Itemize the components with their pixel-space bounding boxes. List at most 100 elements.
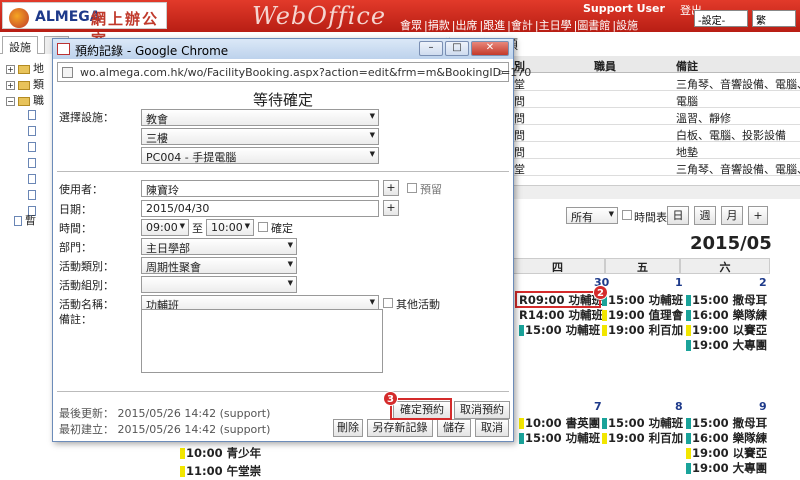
step-badge: 2 (593, 285, 608, 300)
expand-icon[interactable]: + (6, 64, 15, 74)
calendar-event[interactable]: 10:00 書英團 (519, 415, 600, 431)
tree-leaf[interactable] (28, 108, 39, 124)
date-picker-button[interactable]: + (383, 200, 399, 216)
table-row[interactable]: 問溫習、靜修 (510, 108, 800, 125)
add-event-button[interactable]: + (748, 206, 768, 225)
tree-node[interactable]: + 地 (6, 60, 44, 76)
event-marker-icon (686, 448, 691, 459)
calendar-event[interactable]: R14:00 功輔班 (519, 307, 603, 323)
event-marker-icon (686, 433, 691, 444)
nav-attendance[interactable]: 出席 (455, 19, 477, 32)
facility-select-3[interactable]: PC004 - 手提電腦 (141, 147, 379, 164)
time-to-label: 至 (192, 222, 203, 235)
horizontal-scrollbar[interactable] (510, 185, 800, 199)
highlight-box (390, 398, 452, 420)
table-row[interactable]: 問地墊 (510, 142, 800, 159)
activity-group-select[interactable] (141, 276, 297, 293)
event-marker-icon (602, 310, 607, 321)
maximize-icon[interactable]: □ (445, 41, 469, 56)
calendar-event[interactable]: 15:00 功輔班 (602, 415, 683, 431)
calendar-event[interactable]: 16:00 樂隊練 (686, 307, 767, 323)
table-row[interactable]: 堂三角琴、音響設備、電腦、投 (510, 74, 800, 91)
calendar-event[interactable]: 16:00 樂隊練 (686, 430, 767, 446)
calendar-event[interactable]: 15:00 功輔班 (602, 292, 683, 308)
tree-leaf[interactable] (28, 172, 39, 188)
time-from-select[interactable]: 09:00 (141, 219, 189, 236)
collapse-icon[interactable]: − (6, 96, 15, 106)
table-row[interactable]: 問白板、電腦、投影設備 (510, 125, 800, 142)
page-icon (62, 67, 73, 78)
calendar-event[interactable]: 19:00 大專團 (686, 460, 767, 476)
calendar-event[interactable]: 10:00 青少年 (180, 445, 261, 461)
calendar-event[interactable]: 15:00 撒母耳 (686, 415, 767, 431)
tab-facilities[interactable]: 設施 (2, 36, 38, 54)
tree-leaf[interactable] (28, 188, 39, 204)
calendar-filter-select[interactable]: 所有 (566, 207, 618, 224)
minimize-icon[interactable]: – (419, 41, 443, 56)
calendar-event[interactable]: 19:00 利百加 (602, 322, 683, 338)
expand-icon[interactable]: + (6, 80, 15, 90)
notes-textarea[interactable] (141, 309, 383, 373)
confirm-checkbox[interactable] (258, 222, 268, 232)
page-icon (57, 43, 70, 55)
created-text: 最初建立： 2015/05/26 14:42 (support) (59, 423, 271, 436)
facility-select-2[interactable]: 三樓 (141, 128, 379, 145)
user-field[interactable]: 陳寶玲 (141, 180, 379, 197)
folder-icon (18, 64, 30, 74)
facility-select-1[interactable]: 教會 (141, 109, 379, 126)
reserve-checkbox[interactable] (407, 183, 417, 193)
tree-node[interactable]: 暫 (14, 212, 36, 228)
tree-leaf[interactable] (28, 140, 39, 156)
event-marker-icon (686, 418, 691, 429)
other-activity-checkbox[interactable] (383, 298, 393, 308)
time-to-select[interactable]: 10:00 (206, 219, 254, 236)
cancel-button[interactable]: 取消 (475, 419, 509, 437)
calendar-event[interactable]: 19:00 利百加 (602, 430, 683, 446)
week-view-button[interactable]: 週 (694, 206, 716, 225)
calendar-event[interactable]: 15:00 功輔班 (519, 322, 600, 338)
tree-leaf[interactable] (28, 156, 39, 172)
month-view-button[interactable]: 月 (721, 206, 743, 225)
calendar-event[interactable]: 15:00 功輔班 (519, 430, 600, 446)
save-button[interactable]: 儲存 (437, 419, 471, 437)
table-row[interactable]: 堂三角琴、音響設備、電腦、投 (510, 159, 800, 176)
document-icon (28, 142, 36, 152)
dept-label: 部門： (59, 241, 92, 254)
dept-select[interactable]: 主日學部 (141, 238, 297, 255)
tree-leaf[interactable] (28, 124, 39, 140)
nav-sunday-school[interactable]: 主日學 (539, 19, 572, 32)
calendar-event[interactable]: 19:00 值理會 (602, 307, 683, 323)
event-marker-icon (686, 463, 691, 474)
calendar-event[interactable]: 11:00 午堂崇 (180, 463, 261, 479)
close-icon[interactable]: ✕ (471, 41, 509, 56)
address-bar[interactable]: wo.almega.com.hk/wo/FacilityBooking.aspx… (57, 62, 531, 82)
dialog-titlebar[interactable]: 預約記錄 - Google Chrome – □ ✕ (53, 39, 513, 59)
cancel-booking-button[interactable]: 取消預約 (454, 401, 510, 419)
nav-members[interactable]: 會眾 (400, 19, 422, 32)
delete-button[interactable]: 刪除 (333, 419, 363, 437)
activity-type-select[interactable]: 周期性聚會 (141, 257, 297, 274)
calendar-event[interactable]: 19:00 以賽亞 (686, 445, 767, 461)
nav-library[interactable]: 圖書館 (577, 19, 610, 32)
tree-node[interactable]: − 職 (6, 92, 44, 108)
day-header: 四 (510, 258, 605, 274)
calendar-event[interactable]: 19:00 以賽亞 (686, 322, 767, 338)
zoom-icon[interactable]: ⌕ (497, 65, 504, 80)
save-new-button[interactable]: 另存新記錄 (367, 419, 433, 437)
date-field[interactable]: 2015/04/30 (141, 200, 379, 217)
calendar-event[interactable]: 15:00 撒母耳 (686, 292, 767, 308)
calendar-event[interactable]: 19:00 大專團 (686, 337, 767, 353)
day-view-button[interactable]: 日 (667, 206, 689, 225)
timetable-checkbox[interactable] (622, 210, 632, 220)
nav-donations[interactable]: 捐款 (428, 19, 450, 32)
nav-facilities[interactable]: 設施 (616, 19, 638, 32)
settings-select[interactable]: -設定- (694, 10, 748, 27)
reserve-label: 預留 (420, 183, 442, 196)
nav-accounting[interactable]: 會計 (511, 19, 533, 32)
event-marker-icon (602, 418, 607, 429)
table-row[interactable]: 問電腦 (510, 91, 800, 108)
tree-node[interactable]: + 類 (6, 76, 44, 92)
nav-followup[interactable]: 跟進 (483, 19, 505, 32)
add-user-button[interactable]: + (383, 180, 399, 196)
language-select[interactable]: 繁 (752, 10, 796, 27)
